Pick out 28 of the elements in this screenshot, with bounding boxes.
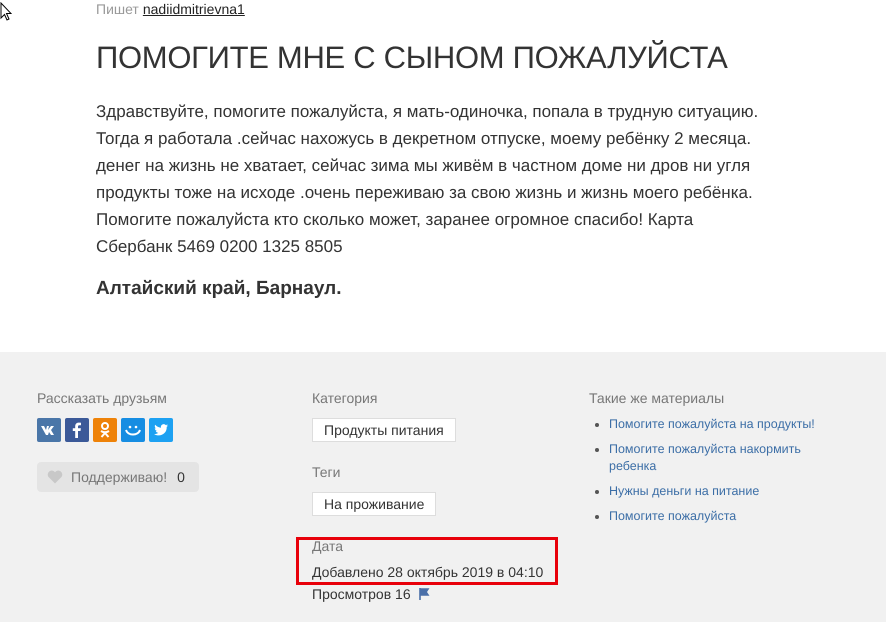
twitter-share-icon[interactable] bbox=[149, 418, 173, 442]
bullet-icon bbox=[595, 515, 599, 519]
facebook-share-icon[interactable] bbox=[65, 418, 89, 442]
tag-chip[interactable]: На проживание bbox=[312, 492, 436, 516]
post-title: ПОМОГИТЕ МНЕ С СЫНОМ ПОЖАЛУЙСТА bbox=[96, 39, 729, 77]
bullet-icon bbox=[595, 490, 599, 494]
author-label: Пишет bbox=[96, 1, 139, 17]
date-title: Дата bbox=[312, 537, 344, 556]
category-title: Категория bbox=[312, 389, 378, 408]
related-link[interactable]: Помогите пожалуйста накормить ребенка bbox=[609, 441, 819, 475]
related-link[interactable]: Нужны деньги на питание bbox=[609, 483, 819, 500]
post-location: Алтайский край, Барнаул. bbox=[96, 278, 343, 300]
added-date: Добавлено 28 октябрь 2019 в 04:10 bbox=[312, 564, 544, 580]
related-link[interactable]: Помогите пожалуйста bbox=[609, 508, 819, 525]
category-tag[interactable]: Продукты питания bbox=[312, 418, 456, 442]
heart-icon bbox=[47, 470, 63, 484]
mailru-share-icon[interactable] bbox=[121, 418, 145, 442]
bullet-icon bbox=[595, 423, 599, 427]
bullet-icon bbox=[595, 448, 599, 452]
view-count: Просмотров 16 bbox=[312, 586, 411, 602]
related-title: Такие же материалы bbox=[589, 389, 726, 408]
post-body: Здравствуйте, помогите пожалуйста, я мать-одиночка, попала в трудную ситуацию. Тогда я работала .сейчас нахожусь в декретном отпуске, моему ребёнку 2 месяца. денег на жизнь не хватает, сейчас зима мы живём в частном доме ни дров ни угля продукты тоже на исходе .очень переживаю за свою жизнь и жизнь моего ребёнка. Помогите пожалуйста кто сколько может, заранее огромное спасибо! Карта Сбербанк 5469 0200 1325 8505 bbox=[96, 101, 760, 258]
related-link[interactable]: Помогите пожалуйста на продукты! bbox=[609, 416, 819, 433]
vk-share-icon[interactable] bbox=[37, 418, 61, 442]
support-button[interactable]: Поддерживаю! 0 bbox=[37, 462, 199, 492]
share-title: Рассказать друзьям bbox=[37, 389, 168, 408]
author-link[interactable]: nadiidmitrievna1 bbox=[142, 1, 245, 17]
tags-title: Теги bbox=[312, 463, 342, 482]
